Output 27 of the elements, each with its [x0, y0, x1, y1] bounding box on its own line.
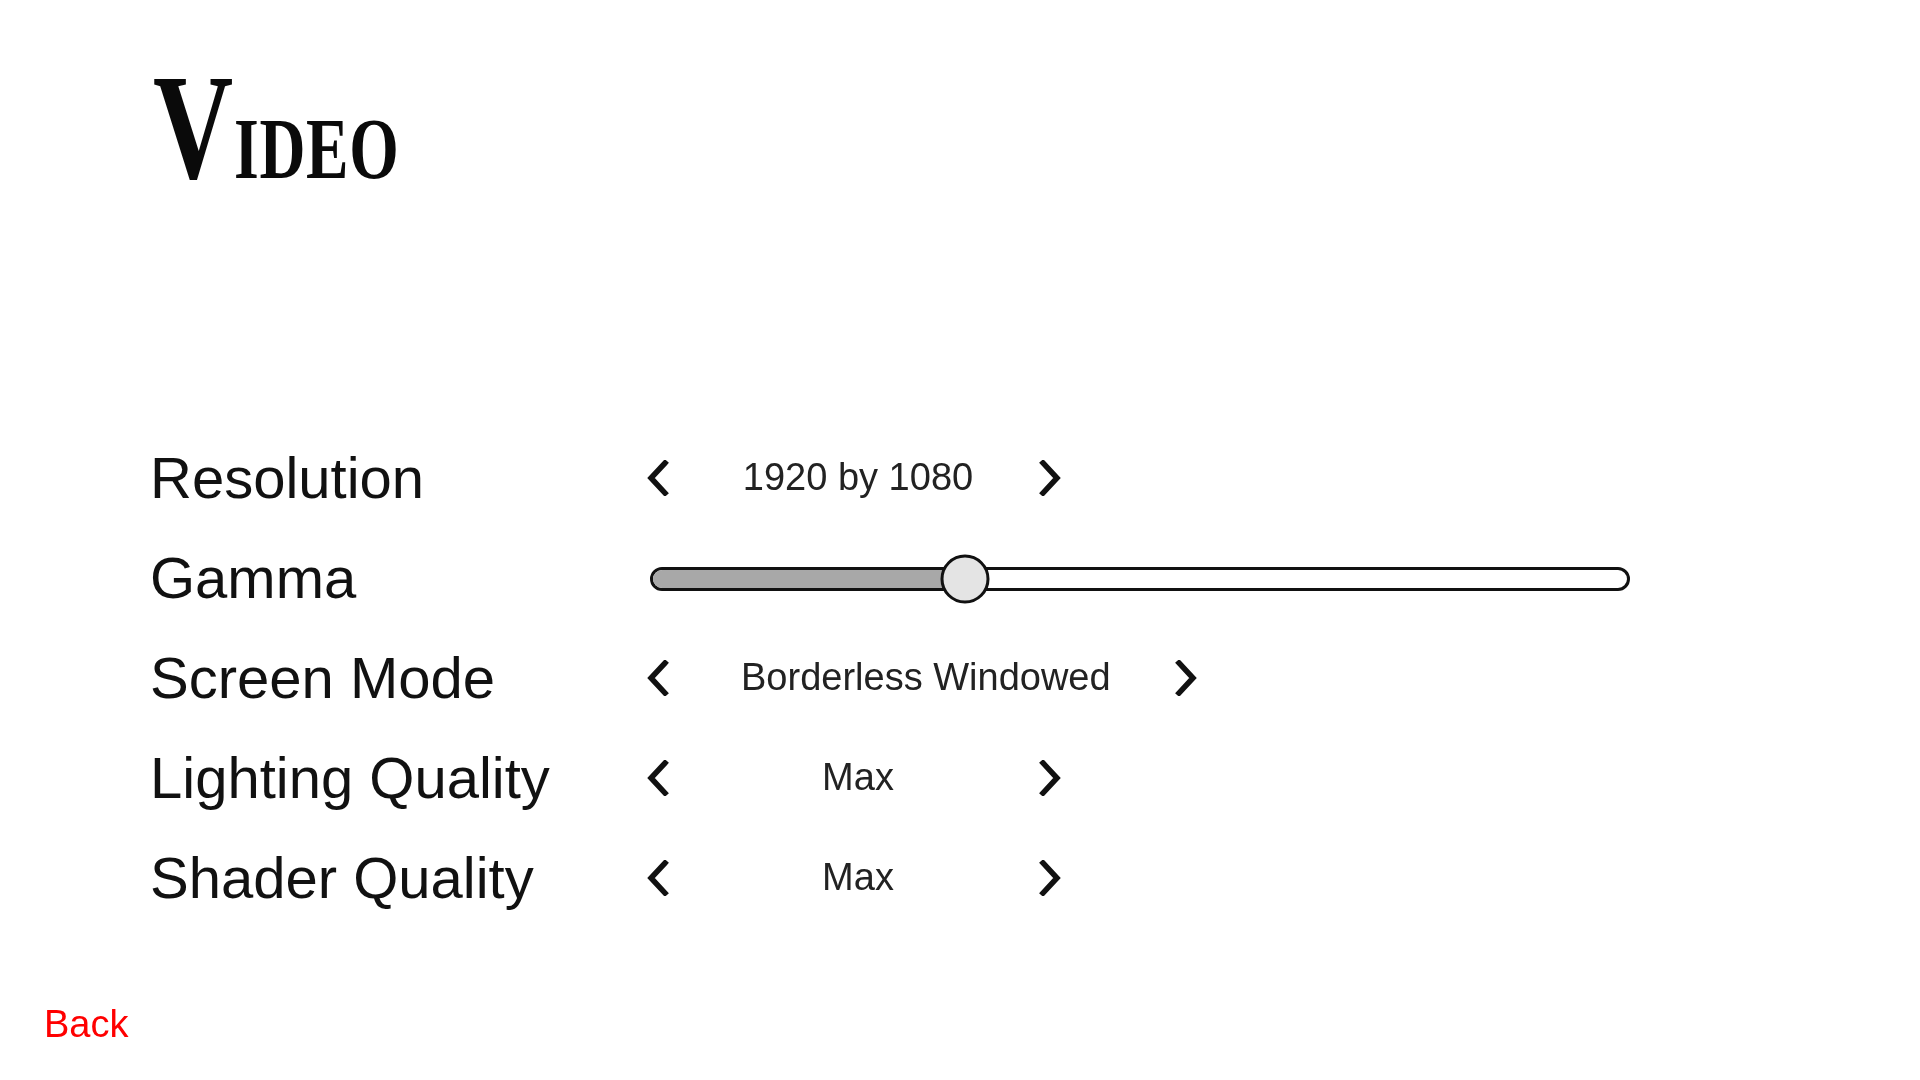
- setting-label: Gamma: [150, 544, 357, 610]
- chevron-left-icon: [647, 860, 669, 896]
- page-title: VIDEO: [153, 52, 400, 202]
- next-button[interactable]: [1039, 760, 1061, 796]
- chevron-left-icon: [647, 460, 669, 496]
- setting-value: Max: [821, 855, 895, 901]
- chevron-left-icon: [647, 760, 669, 796]
- previous-button[interactable]: [647, 860, 669, 896]
- setting-value: Borderless Windowed: [741, 655, 1111, 701]
- chevron-right-icon: [1039, 460, 1061, 496]
- next-button[interactable]: [1039, 460, 1061, 496]
- previous-button[interactable]: [647, 460, 669, 496]
- chevron-right-icon: [1039, 860, 1061, 896]
- chevron-right-icon: [1039, 760, 1061, 796]
- back-link[interactable]: Back: [44, 1003, 129, 1046]
- chevron-right-icon: [1174, 660, 1197, 696]
- setting-label: Lighting Quality: [150, 744, 550, 810]
- setting-value: 1920 by 1080: [741, 455, 975, 501]
- previous-button[interactable]: [647, 660, 669, 696]
- setting-value: Max: [821, 755, 895, 801]
- previous-button[interactable]: [647, 760, 669, 796]
- setting-label: Shader Quality: [150, 844, 534, 910]
- setting-label: Resolution: [150, 444, 425, 510]
- setting-label: Screen Mode: [150, 644, 495, 710]
- chevron-left-icon: [647, 660, 669, 696]
- next-button[interactable]: [1174, 660, 1197, 696]
- next-button[interactable]: [1039, 860, 1061, 896]
